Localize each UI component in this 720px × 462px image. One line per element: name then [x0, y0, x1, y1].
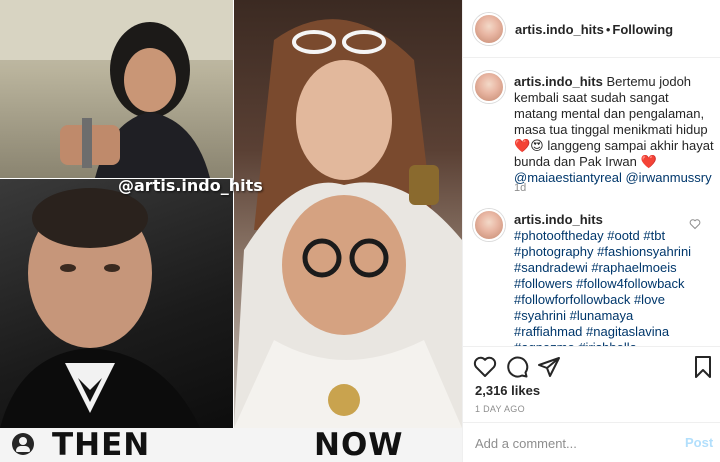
post-actions: 2,316 likes 1 DAY AGO — [463, 346, 720, 426]
image-watermark: @artis.indo_hits — [118, 176, 263, 195]
hashtag-comment: artis.indo_hits #photooftheday #ootd #tb… — [514, 212, 694, 346]
post-comment-button[interactable]: Post — [685, 435, 713, 450]
photo-couple-now — [234, 0, 462, 428]
caption-comment: artis.indo_hits Bertemu jodoh kembali sa… — [514, 74, 714, 186]
then-now-collage: @artis.indo_hits — [0, 0, 462, 428]
photo-young-woman — [0, 0, 233, 178]
post-image[interactable]: @artis.indo_hits THEN NOW — [0, 0, 462, 462]
photo-man-then — [0, 178, 233, 428]
caption-avatar[interactable] — [473, 71, 505, 103]
add-comment-bar: Post — [463, 422, 720, 462]
heart-emoji: ❤️ — [640, 154, 657, 169]
header-text: artis.indo_hits • Following — [515, 22, 673, 37]
post-time-ago[interactable]: 1 DAY AGO — [475, 404, 525, 414]
comments-list[interactable]: artis.indo_hits Bertemu jodoh kembali sa… — [463, 58, 720, 346]
mention-maia[interactable]: @maiaestiantyreal — [514, 170, 622, 185]
heart-icon[interactable] — [473, 355, 497, 379]
caption-time[interactable]: 1d — [514, 182, 526, 194]
comment-username[interactable]: artis.indo_hits — [514, 212, 603, 227]
mention-irwan[interactable]: @irwanmussry — [625, 170, 711, 185]
bookmark-icon[interactable] — [691, 355, 715, 379]
caption-now: NOW — [314, 427, 404, 462]
caption-username[interactable]: artis.indo_hits — [514, 74, 603, 89]
avatar[interactable] — [473, 13, 505, 45]
user-tag-icon[interactable] — [12, 433, 34, 455]
following-button[interactable]: Following — [612, 22, 673, 37]
comment-icon[interactable] — [505, 355, 529, 379]
comment-avatar[interactable] — [473, 209, 505, 241]
collage-divider-vertical — [233, 0, 234, 428]
header-separator: • — [605, 22, 611, 37]
caption-text-2: langgeng sampai akhir hayat bunda dan Pa… — [514, 138, 714, 169]
share-icon[interactable] — [537, 355, 561, 379]
post-header: artis.indo_hits • Following — [463, 0, 720, 58]
caption-then: THEN — [52, 427, 151, 462]
comment-like-icon[interactable] — [689, 218, 701, 230]
hashtag-list[interactable]: #photooftheday #ootd #tbt #photography #… — [514, 228, 691, 346]
header-username[interactable]: artis.indo_hits — [515, 22, 604, 37]
post-panel: artis.indo_hits • Following artis.indo_hit… — [462, 0, 720, 462]
add-comment-input[interactable] — [475, 433, 675, 453]
likes-count[interactable]: 2,316 likes — [475, 383, 540, 398]
caption-emojis: ❤️😍 — [514, 138, 544, 153]
